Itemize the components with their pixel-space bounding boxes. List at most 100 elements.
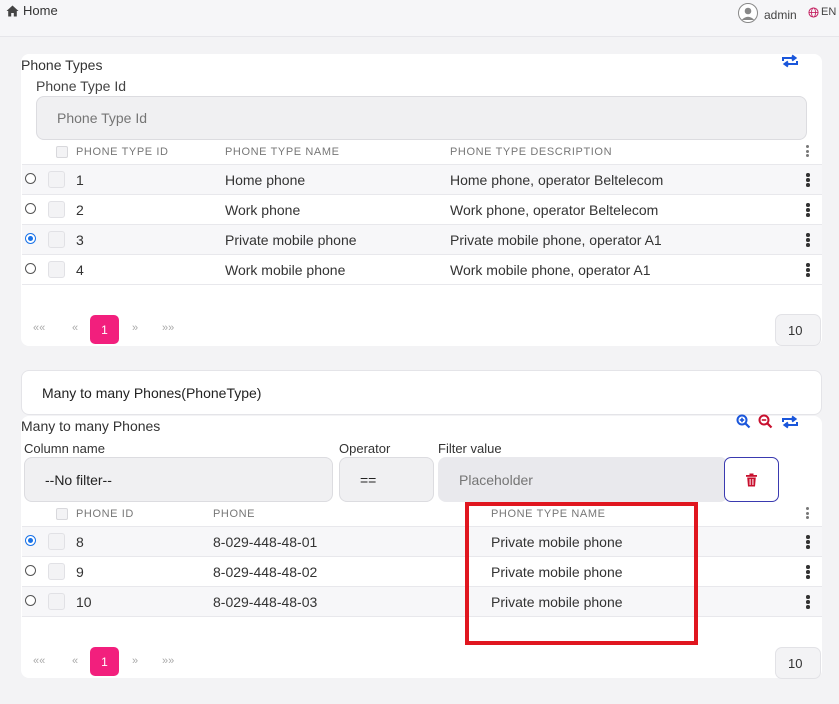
language-label: EN <box>821 6 837 18</box>
avatar-icon <box>738 3 758 23</box>
table-bottom-border <box>22 616 822 617</box>
pagination-prev[interactable]: « <box>72 655 78 667</box>
table-bottom-border <box>22 284 822 285</box>
table-row[interactable] <box>22 194 822 225</box>
top-bar <box>0 0 839 37</box>
refresh-icon <box>782 415 798 429</box>
row-menu-icon[interactable] <box>806 233 810 248</box>
row-checkbox[interactable] <box>48 201 65 218</box>
pagination-last[interactable]: »» <box>162 655 174 667</box>
cell-phone-type-id: 3 <box>76 232 84 248</box>
cell-phone-id: 10 <box>76 594 92 610</box>
cell-phone-type-name: Home phone <box>225 172 306 188</box>
cell-phone: 8-029-448-48-01 <box>213 534 318 550</box>
delete-filter-button[interactable] <box>724 457 779 502</box>
cell-phone-type-id: 1 <box>76 172 84 188</box>
phone-type-id-filter-input[interactable] <box>36 96 807 140</box>
row-menu-icon[interactable] <box>806 535 810 550</box>
row-radio[interactable] <box>25 595 36 606</box>
cell-phone-type-description: Private mobile phone, operator A1 <box>450 232 662 248</box>
pagination-first[interactable]: «« <box>33 655 45 667</box>
operator-label: Operator <box>339 441 391 456</box>
phone-types-title: Phone Types <box>21 57 103 73</box>
row-radio[interactable] <box>25 263 36 274</box>
pagination-current-page[interactable]: 1 <box>90 315 119 344</box>
page-size-select[interactable]: 10 <box>775 314 821 346</box>
cell-phone-id: 8 <box>76 534 84 550</box>
table-row[interactable] <box>22 254 822 285</box>
cell-phone-type-name: Work phone <box>225 202 301 218</box>
cell-phone-type-name: Work mobile phone <box>225 262 346 278</box>
row-menu-icon[interactable] <box>806 173 810 188</box>
pagination-prev[interactable]: « <box>72 322 78 334</box>
column-header-phone-type-id[interactable]: PHONE TYPE ID <box>76 146 169 158</box>
row-checkbox[interactable] <box>48 533 65 550</box>
row-checkbox[interactable] <box>48 231 65 248</box>
column-header-phone[interactable]: PHONE <box>213 508 255 520</box>
operator-select[interactable]: == <box>339 457 434 502</box>
refresh-button[interactable] <box>780 53 800 69</box>
user-name: admin <box>764 7 797 22</box>
row-checkbox[interactable] <box>48 563 65 580</box>
row-menu-icon[interactable] <box>806 263 810 278</box>
zoom-out-button[interactable] <box>757 413 774 430</box>
row-radio[interactable] <box>25 565 36 576</box>
table-row[interactable] <box>22 164 822 195</box>
row-radio-selected[interactable] <box>25 535 36 546</box>
cell-phone-type-description: Home phone, operator Beltelecom <box>450 172 664 188</box>
language-switcher[interactable]: EN <box>808 6 836 18</box>
cell-phone-type-description: Work phone, operator Beltelecom <box>450 202 659 218</box>
row-menu-icon[interactable] <box>806 203 810 218</box>
globe-icon <box>808 6 819 18</box>
home-icon <box>6 5 19 16</box>
filter-value-label: Filter value <box>438 441 502 456</box>
pagination-current-page[interactable]: 1 <box>90 647 119 676</box>
home-label: Home <box>23 3 58 18</box>
row-menu-icon[interactable] <box>806 595 810 610</box>
pagination-next[interactable]: » <box>132 655 138 667</box>
cell-phone-type-name: Private mobile phone <box>225 232 357 248</box>
filter-value-input[interactable] <box>438 457 728 502</box>
row-radio[interactable] <box>25 173 36 184</box>
row-radio[interactable] <box>25 203 36 214</box>
row-menu-icon[interactable] <box>806 565 810 580</box>
relation-header-title: Many to many Phones(PhoneType) <box>42 385 262 401</box>
cell-phone-id: 9 <box>76 564 84 580</box>
column-header-phone-type-description[interactable]: PHONE TYPE DESCRIPTION <box>450 146 612 158</box>
zoom-in-icon <box>736 414 751 429</box>
column-header-phone-id[interactable]: PHONE ID <box>76 508 134 520</box>
row-checkbox[interactable] <box>48 261 65 278</box>
trash-icon <box>746 473 757 486</box>
cell-phone: 8-029-448-48-03 <box>213 594 318 610</box>
table-row[interactable] <box>22 224 822 255</box>
phone-type-id-filter-label: Phone Type Id <box>36 78 127 94</box>
row-checkbox[interactable] <box>48 593 65 610</box>
pagination-first[interactable]: «« <box>33 322 45 334</box>
cell-phone-type-description: Work mobile phone, operator A1 <box>450 262 651 278</box>
column-name-label: Column name <box>24 441 105 456</box>
table-row[interactable] <box>22 586 822 617</box>
select-all-checkbox[interactable] <box>56 508 68 520</box>
pagination-last[interactable]: »» <box>162 322 174 334</box>
pagination-next[interactable]: » <box>132 322 138 334</box>
user-menu[interactable]: admin <box>738 3 797 23</box>
column-menu-icon[interactable] <box>806 145 810 159</box>
zoom-out-icon <box>758 414 773 429</box>
column-menu-icon[interactable] <box>806 507 810 521</box>
home-link[interactable]: Home <box>6 3 58 18</box>
cell-phone: 8-029-448-48-02 <box>213 564 318 580</box>
select-all-checkbox[interactable] <box>56 146 68 158</box>
zoom-in-button[interactable] <box>735 413 752 430</box>
highlight-box <box>465 502 698 645</box>
row-radio-selected[interactable] <box>25 233 36 244</box>
row-checkbox[interactable] <box>48 171 65 188</box>
phones-title: Many to many Phones <box>21 418 161 434</box>
column-name-select[interactable]: --No filter-- <box>24 457 333 502</box>
page-size-select[interactable]: 10 <box>775 647 821 679</box>
refresh-button[interactable] <box>780 414 800 430</box>
table-row[interactable] <box>22 526 822 557</box>
column-header-phone-type-name[interactable]: PHONE TYPE NAME <box>225 146 340 158</box>
cell-phone-type-id: 4 <box>76 262 84 278</box>
cell-phone-type-id: 2 <box>76 202 84 218</box>
table-row[interactable] <box>22 556 822 587</box>
